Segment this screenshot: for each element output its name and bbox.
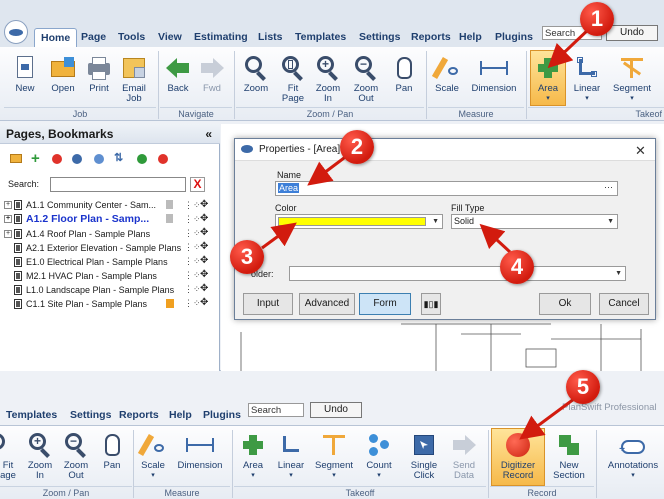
annotation-arrows bbox=[261, 26, 592, 440]
arrow-3 bbox=[261, 222, 297, 250]
callout-1: 1 bbox=[580, 2, 614, 36]
callout-2: 2 bbox=[340, 130, 374, 164]
callout-5: 5 bbox=[566, 370, 600, 404]
arrow-1 bbox=[547, 26, 592, 69]
callout-3: 3 bbox=[230, 240, 264, 274]
callout-4: 4 bbox=[500, 250, 534, 284]
arrow-5 bbox=[519, 394, 579, 440]
arrow-4 bbox=[479, 223, 512, 254]
